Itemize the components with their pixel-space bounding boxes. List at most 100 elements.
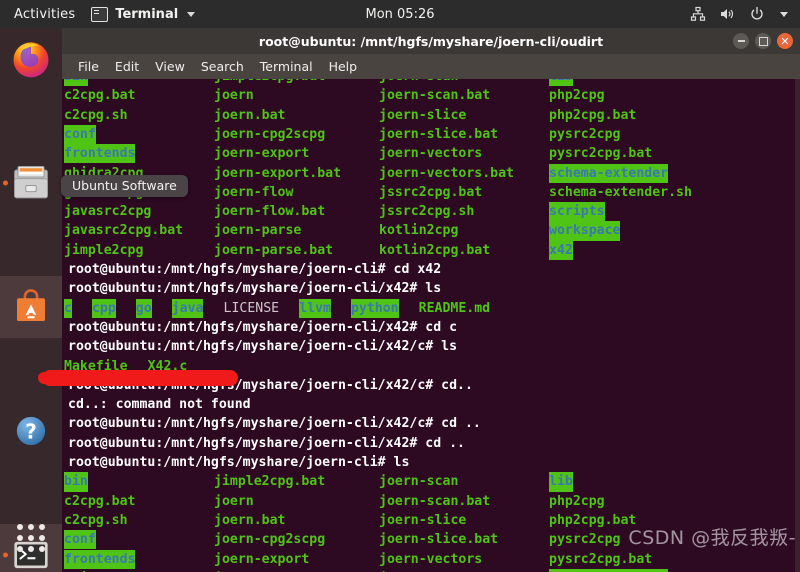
- command: cd ..: [433, 416, 481, 432]
- ls-entry-joern: joern: [214, 88, 254, 104]
- ls-entry-joern-scan.bat: joern-scan.bat: [379, 493, 491, 509]
- ls-entry-lib: lib: [549, 79, 573, 87]
- ls-entry-conf: conf: [64, 124, 96, 145]
- dock-item-ubuntu-software[interactable]: [0, 276, 62, 338]
- app-menu-terminal[interactable]: Terminal: [85, 6, 201, 22]
- ls-entry-joern-cpg2scpg: joern-cpg2scpg: [214, 126, 326, 142]
- running-indicator: [3, 180, 8, 186]
- ls-entry-LICENSE: LICENSE: [223, 300, 280, 316]
- dock-tooltip: Ubuntu Software: [61, 175, 188, 197]
- command: ls: [433, 339, 458, 355]
- svg-text:?: ?: [25, 420, 37, 444]
- menu-view[interactable]: View: [147, 59, 193, 74]
- ls-entry-php2cpg.bat: php2cpg.bat: [549, 512, 637, 528]
- power-icon: [749, 6, 765, 22]
- dock-item-firefox[interactable]: [0, 28, 62, 90]
- ls-entry-c2cpg.sh: c2cpg.sh: [64, 107, 128, 123]
- ls-entry-conf: conf: [64, 530, 96, 550]
- window-titlebar[interactable]: root@ubuntu: /mnt/hgfs/myshare/joern-cli…: [62, 28, 800, 54]
- line-cd-dotdot-c: root@ubuntu:/mnt/hgfs/myshare/joern-cli/…: [68, 414, 481, 433]
- firefox-icon: [13, 42, 49, 78]
- menu-help[interactable]: Help: [321, 59, 366, 74]
- ls-entry-joern.bat: joern.bat: [214, 512, 286, 528]
- prompt: root@ubuntu:/mnt/hgfs/myshare/joern-cli/…: [68, 281, 418, 297]
- ls-entry-frontends: frontends: [64, 144, 136, 164]
- ls-entry-javasrc2cpg.bat: javasrc2cpg.bat: [64, 223, 184, 239]
- files-icon: [14, 166, 48, 199]
- dock-item-help[interactable]: ?: [0, 400, 62, 462]
- ls-entry-pysrc2cpg: pysrc2cpg: [549, 126, 621, 142]
- maximize-button[interactable]: [755, 33, 771, 49]
- ls-entry-joern-scan.bat: joern-scan.bat: [379, 88, 491, 104]
- ls-entry-joern-scan: joern-scan: [379, 79, 458, 86]
- ls-entry-llvm: llvm: [299, 298, 331, 318]
- terminal-output[interactable]: binc2cpg.batc2cpg.shconffrontendsghidra2…: [62, 79, 800, 572]
- ls-entry-c2cpg.bat: c2cpg.bat: [64, 493, 136, 509]
- ls-entry-schema-extender: schema-extender: [549, 163, 669, 183]
- ls-entry-joern-slice: joern-slice: [379, 107, 467, 123]
- ls-entry-php2cpg: php2cpg: [549, 493, 605, 509]
- ls-entry-workspace: workspace: [549, 221, 621, 241]
- line-ls-c: root@ubuntu:/mnt/hgfs/myshare/joern-cli/…: [68, 337, 457, 356]
- ls-entry-c2cpg.bat: c2cpg.bat: [64, 88, 136, 104]
- line-error: cd..: command not found: [68, 395, 251, 414]
- ls-entry-x42: x42: [549, 240, 573, 260]
- prompt: root@ubuntu:/mnt/hgfs/myshare/joern-cli/…: [68, 416, 434, 432]
- help-icon: ?: [16, 416, 46, 446]
- ls-entry-kotlin2cpg: kotlin2cpg: [379, 223, 459, 239]
- ls-entry-pysrc2cpg.bat: pysrc2cpg.bat: [549, 551, 653, 567]
- menu-edit[interactable]: Edit: [107, 59, 147, 74]
- show-applications-grid-icon: [17, 524, 45, 552]
- line-ls-cli: root@ubuntu:/mnt/hgfs/myshare/joern-cli#…: [68, 453, 409, 472]
- gnome-top-panel: Activities Terminal Mon 05:26: [0, 0, 800, 28]
- ls-entry-joern-slice: joern-slice: [379, 512, 467, 528]
- ls-entry-pysrc2cpg.bat: pysrc2cpg.bat: [549, 146, 653, 162]
- ls-entry-frontends: frontends: [64, 549, 136, 569]
- menu-bar: File Edit View Search Terminal Help: [62, 54, 800, 79]
- terminal-scrollbar[interactable]: [795, 79, 800, 572]
- ls-entry-joern-vectors: joern-vectors: [379, 551, 483, 567]
- line-cd-x42: root@ubuntu:/mnt/hgfs/myshare/joern-cli#…: [68, 260, 441, 279]
- ls-entry-bin: bin: [64, 79, 88, 87]
- ls-entry-joern-slice.bat: joern-slice.bat: [379, 532, 499, 548]
- ls-entry-cpp: cpp: [91, 298, 116, 318]
- ls-entry-joern-slice.bat: joern-slice.bat: [379, 126, 499, 142]
- line-cd-c: root@ubuntu:/mnt/hgfs/myshare/joern-cli/…: [68, 318, 457, 337]
- command: ls: [385, 455, 410, 470]
- app-menu-label: Terminal: [115, 6, 179, 22]
- window-controls: ✕: [733, 28, 793, 54]
- ls-entry-joern-export: joern-export: [214, 146, 310, 162]
- window-title: root@ubuntu: /mnt/hgfs/myshare/joern-cli…: [258, 33, 604, 49]
- ls-entry-joern-vectors.bat: joern-vectors.bat: [379, 165, 514, 181]
- chevron-down-icon: [187, 11, 196, 17]
- menu-search[interactable]: Search: [193, 59, 252, 74]
- ls-entry-README.md: README.md: [418, 300, 491, 316]
- close-button[interactable]: ✕: [777, 33, 793, 49]
- menu-file[interactable]: File: [70, 59, 107, 74]
- terminal-icon: [91, 6, 109, 22]
- minimize-button[interactable]: [733, 33, 749, 49]
- prompt: root@ubuntu:/mnt/hgfs/myshare/joern-cli/…: [68, 435, 418, 451]
- chevron-down-icon: [780, 11, 788, 17]
- ls-entry-jssrc2cpg.sh: jssrc2cpg.sh: [379, 204, 475, 220]
- ls-entry-joern-vectors: joern-vectors: [379, 146, 483, 162]
- prompt: root@ubuntu:/mnt/hgfs/myshare/joern-cli#: [68, 262, 386, 277]
- activities-button[interactable]: Activities: [0, 7, 85, 22]
- network-icon: [690, 6, 706, 22]
- line-cd-dotdot-x42: root@ubuntu:/mnt/hgfs/myshare/joern-cli/…: [68, 434, 465, 453]
- ls-entry-python: python: [350, 298, 399, 318]
- command: cd c: [417, 319, 458, 335]
- ls-entry-c: c: [64, 298, 72, 318]
- ls-entry-joern-export.bat: joern-export.bat: [214, 165, 342, 181]
- system-indicators[interactable]: [690, 6, 800, 22]
- ls-entry-scripts: scripts: [549, 202, 605, 222]
- ls-entry-lib: lib: [549, 472, 573, 492]
- menu-terminal[interactable]: Terminal: [252, 59, 321, 74]
- red-annotation-stroke-2: [38, 372, 98, 384]
- command: cd ..: [417, 435, 465, 451]
- ls-entry-joern-parse: joern-parse: [214, 223, 302, 239]
- show-applications-button[interactable]: [0, 510, 62, 566]
- ls-entry-bin: bin: [64, 472, 88, 492]
- dock-item-files[interactable]: [0, 152, 62, 214]
- ls-entry-php2cpg: php2cpg: [549, 88, 605, 104]
